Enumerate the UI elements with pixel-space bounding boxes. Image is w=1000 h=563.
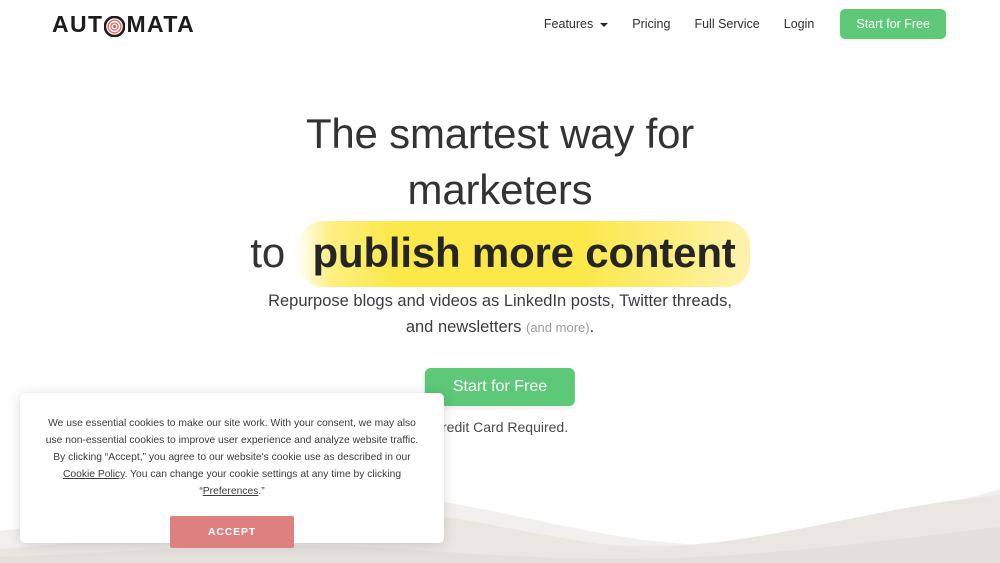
nav-item-pricing[interactable]: Pricing xyxy=(620,0,682,48)
site-header: AUT MATA Features Pricing Full Service L… xyxy=(0,0,1000,48)
hero-subtitle-main: Repurpose blogs and videos as LinkedIn p… xyxy=(268,292,732,336)
nav-start-for-free-button[interactable]: Start for Free xyxy=(840,9,946,39)
hero-title-line-3: to publish more content xyxy=(0,221,1000,287)
logo-text-right: MATA xyxy=(126,11,196,37)
bullseye-target-icon xyxy=(104,15,126,37)
cookie-policy-link[interactable]: Cookie Policy xyxy=(63,469,125,480)
cookie-consent-text: We use essential cookies to make our sit… xyxy=(44,415,420,500)
logo[interactable]: AUT MATA xyxy=(52,11,195,37)
cookie-consent-banner: We use essential cookies to make our sit… xyxy=(20,393,444,548)
page-title: The smartest way for marketers to publis… xyxy=(0,106,1000,287)
nav-item-features[interactable]: Features xyxy=(532,0,620,48)
hero-title-lead: to xyxy=(250,229,286,276)
hero-title-highlight: publish more content xyxy=(298,221,750,287)
hero-start-for-free-button[interactable]: Start for Free xyxy=(424,368,576,406)
hero-title-line-1: The smartest way for xyxy=(305,110,695,157)
cookie-text-part-3: .” xyxy=(258,486,265,497)
main-navigation: Features Pricing Full Service Login Star… xyxy=(532,0,946,48)
nav-item-features-label: Features xyxy=(543,17,594,31)
hero-subtitle-muted: (and more) xyxy=(526,320,590,335)
hero-credit-card-note: Credit Card Required. xyxy=(431,419,569,435)
logo-text-left: AUT xyxy=(52,11,104,37)
hero-subtitle-tail: . xyxy=(589,318,595,336)
hero-subtitle: Repurpose blogs and videos as LinkedIn p… xyxy=(265,288,735,341)
nav-item-login[interactable]: Login xyxy=(772,0,827,48)
cookie-text-part-1: We use essential cookies to make our sit… xyxy=(45,418,419,463)
cookie-accept-button[interactable]: ACCEPT xyxy=(170,516,294,548)
hero-title-line-2: marketers xyxy=(407,166,593,213)
chevron-down-icon xyxy=(600,23,609,27)
nav-item-full-service[interactable]: Full Service xyxy=(682,0,771,48)
cookie-preferences-link[interactable]: Preferences xyxy=(203,486,259,497)
